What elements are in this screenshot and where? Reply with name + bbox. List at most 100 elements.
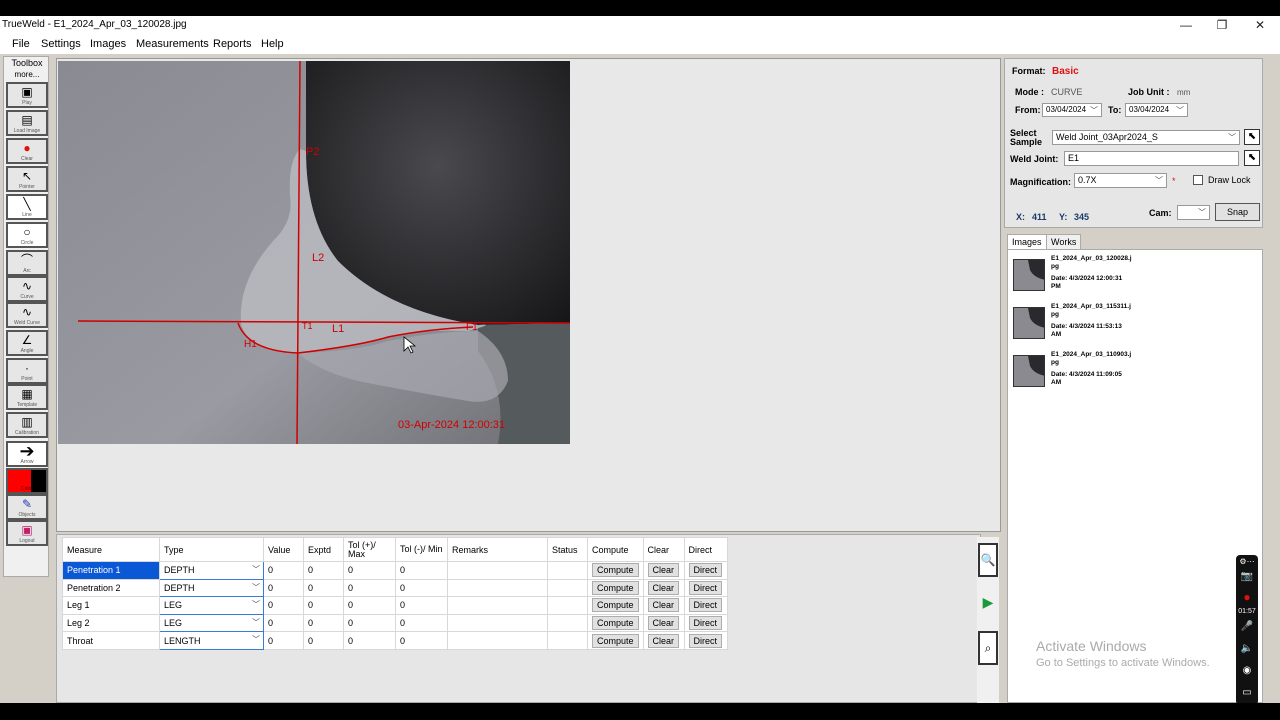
close-button[interactable]: ✕ xyxy=(1242,16,1278,34)
measure-cell[interactable]: Leg 2 xyxy=(62,613,160,633)
camera-icon[interactable]: 📷 xyxy=(1236,571,1258,582)
direct-button[interactable]: Direct xyxy=(688,616,723,631)
measure-cell[interactable]: Leg 1 xyxy=(62,596,160,615)
sample-picker-button[interactable]: ⬉ xyxy=(1244,129,1260,145)
tab-images[interactable]: Images xyxy=(1007,234,1047,250)
tool-logout-button[interactable]: ▣ Logout xyxy=(6,520,48,546)
type-select[interactable]: LEG ﹀ xyxy=(159,613,264,633)
exptd-cell[interactable]: 0 xyxy=(303,596,344,615)
tol-min-cell[interactable]: 0 xyxy=(395,578,448,598)
tol-max-cell[interactable]: 0 xyxy=(343,561,396,580)
webcam-icon[interactable]: ◉ xyxy=(1236,665,1258,676)
value-cell[interactable]: 0 xyxy=(263,613,304,633)
tool-play-button[interactable]: ▣ Play xyxy=(6,82,48,108)
tool-arrow-button[interactable]: ➔ Arrow xyxy=(6,441,48,467)
tool-angle-button[interactable]: ∠ Angle xyxy=(6,330,48,356)
zoom-image-button[interactable]: 🔍 xyxy=(978,543,998,577)
search-button[interactable]: ⌕ xyxy=(978,631,998,665)
direct-button[interactable]: Direct xyxy=(688,598,723,613)
value-cell[interactable]: 0 xyxy=(263,578,304,598)
clear-button[interactable]: Clear xyxy=(647,598,680,613)
exptd-cell[interactable]: 0 xyxy=(303,561,344,580)
remarks-cell[interactable] xyxy=(447,613,548,633)
tool-color-button[interactable]: Color xyxy=(6,468,48,494)
type-select[interactable]: DEPTH ﹀ xyxy=(159,578,264,598)
tool-pointer-button[interactable]: ↖ Pointer xyxy=(6,166,48,192)
minimize-button[interactable]: — xyxy=(1168,16,1204,34)
tol-max-cell[interactable]: 0 xyxy=(343,613,396,633)
snap-button[interactable]: Snap xyxy=(1215,203,1260,221)
remarks-cell[interactable] xyxy=(447,596,548,615)
tool-clear-button[interactable]: ● Clear xyxy=(6,138,48,164)
remarks-cell[interactable] xyxy=(447,631,548,650)
measure-cell[interactable]: Penetration 2 xyxy=(62,578,160,598)
list-item[interactable]: E1_2024_Apr_03_110903.j pg Date: 4/3/202… xyxy=(1013,351,1253,397)
type-select[interactable]: LEG ﹀ xyxy=(159,596,264,615)
remarks-cell[interactable] xyxy=(447,578,548,598)
recorder-menu-icon[interactable]: ⚙⋯ xyxy=(1236,557,1258,566)
maximize-button[interactable]: ❐ xyxy=(1204,16,1240,34)
tool-point-button[interactable]: · Point xyxy=(6,358,48,384)
compute-button[interactable]: Compute xyxy=(592,598,639,613)
compute-button[interactable]: Compute xyxy=(592,580,639,595)
value-cell[interactable]: 0 xyxy=(263,631,304,650)
weld-image-canvas[interactable]: P2 L2 L1 T1 H1 F1 03-Apr-2024 12:00:31 xyxy=(58,61,570,444)
tool-template-button[interactable]: ▦ Template xyxy=(6,384,48,410)
direct-button[interactable]: Direct xyxy=(688,580,723,595)
tool-weld-curve-button[interactable]: ∿ Weld Curve xyxy=(6,302,48,328)
weld-joint-picker-button[interactable]: ⬉ xyxy=(1244,150,1260,166)
list-item[interactable]: E1_2024_Apr_03_115311.j pg Date: 4/3/202… xyxy=(1013,303,1253,349)
clear-button[interactable]: Clear xyxy=(647,580,680,595)
tol-max-cell[interactable]: 0 xyxy=(343,596,396,615)
compute-button[interactable]: Compute xyxy=(592,633,639,648)
microphone-icon[interactable]: 🎤 xyxy=(1236,621,1258,632)
tool-load-image-button[interactable]: ▤ Load Image xyxy=(6,110,48,136)
direct-button[interactable]: Direct xyxy=(688,633,723,648)
type-select[interactable]: DEPTH ﹀ xyxy=(159,561,264,580)
tol-min-cell[interactable]: 0 xyxy=(395,561,448,580)
direct-button[interactable]: Direct xyxy=(688,563,723,578)
tab-works[interactable]: Works xyxy=(1046,234,1082,250)
menu-settings[interactable]: Settings xyxy=(41,38,81,50)
tool-line-button[interactable]: ╲ Line xyxy=(6,194,48,220)
tool-objects-button[interactable]: ✎ Objects xyxy=(6,494,48,520)
sample-select[interactable]: Weld Joint_03Apr2024_S ﹀ xyxy=(1052,130,1240,145)
tool-arc-button[interactable]: ⌒ Arc xyxy=(6,250,48,276)
menu-file[interactable]: File xyxy=(12,38,30,50)
compute-button[interactable]: Compute xyxy=(592,563,639,578)
clear-button[interactable]: Clear xyxy=(647,616,680,631)
compute-button[interactable]: Compute xyxy=(592,616,639,631)
from-date-picker[interactable]: 03/04/2024 ﹀ xyxy=(1042,103,1102,117)
exptd-cell[interactable]: 0 xyxy=(303,613,344,633)
type-select[interactable]: LENGTH ﹀ xyxy=(159,631,264,650)
tol-max-cell[interactable]: 0 xyxy=(343,631,396,650)
measure-cell[interactable]: Penetration 1 xyxy=(62,561,160,580)
tool-calibration-button[interactable]: ▥ Calibration xyxy=(6,412,48,438)
exptd-cell[interactable]: 0 xyxy=(303,631,344,650)
menu-reports[interactable]: Reports xyxy=(213,38,252,50)
speaker-icon[interactable]: 🔈 xyxy=(1236,643,1258,654)
tool-circle-button[interactable]: ○ Circle xyxy=(6,222,48,248)
value-cell[interactable]: 0 xyxy=(263,561,304,580)
list-item[interactable]: E1_2024_Apr_03_120028.j pg Date: 4/3/202… xyxy=(1013,255,1253,301)
clear-button[interactable]: Clear xyxy=(647,633,680,648)
exptd-cell[interactable]: 0 xyxy=(303,578,344,598)
toolbox-more-link[interactable]: more... xyxy=(4,70,50,79)
tol-min-cell[interactable]: 0 xyxy=(395,596,448,615)
tol-max-cell[interactable]: 0 xyxy=(343,578,396,598)
clear-button[interactable]: Clear xyxy=(647,563,680,578)
record-icon[interactable]: ● xyxy=(1236,590,1258,604)
value-cell[interactable]: 0 xyxy=(263,596,304,615)
stop-icon[interactable]: ▭ xyxy=(1236,687,1258,698)
draw-lock-checkbox[interactable] xyxy=(1193,175,1203,185)
camera-select[interactable]: ﹀ xyxy=(1177,205,1210,220)
magnification-select[interactable]: 0.7X ﹀ xyxy=(1074,173,1167,188)
run-button[interactable]: ▶ xyxy=(978,587,998,621)
measure-cell[interactable]: Throat xyxy=(62,631,160,650)
tool-curve-button[interactable]: ∿ Curve xyxy=(6,276,48,302)
menu-measurements[interactable]: Measurements xyxy=(136,38,209,50)
tol-min-cell[interactable]: 0 xyxy=(395,631,448,650)
to-date-picker[interactable]: 03/04/2024 ﹀ xyxy=(1125,103,1188,117)
tol-min-cell[interactable]: 0 xyxy=(395,613,448,633)
remarks-cell[interactable] xyxy=(447,561,548,580)
